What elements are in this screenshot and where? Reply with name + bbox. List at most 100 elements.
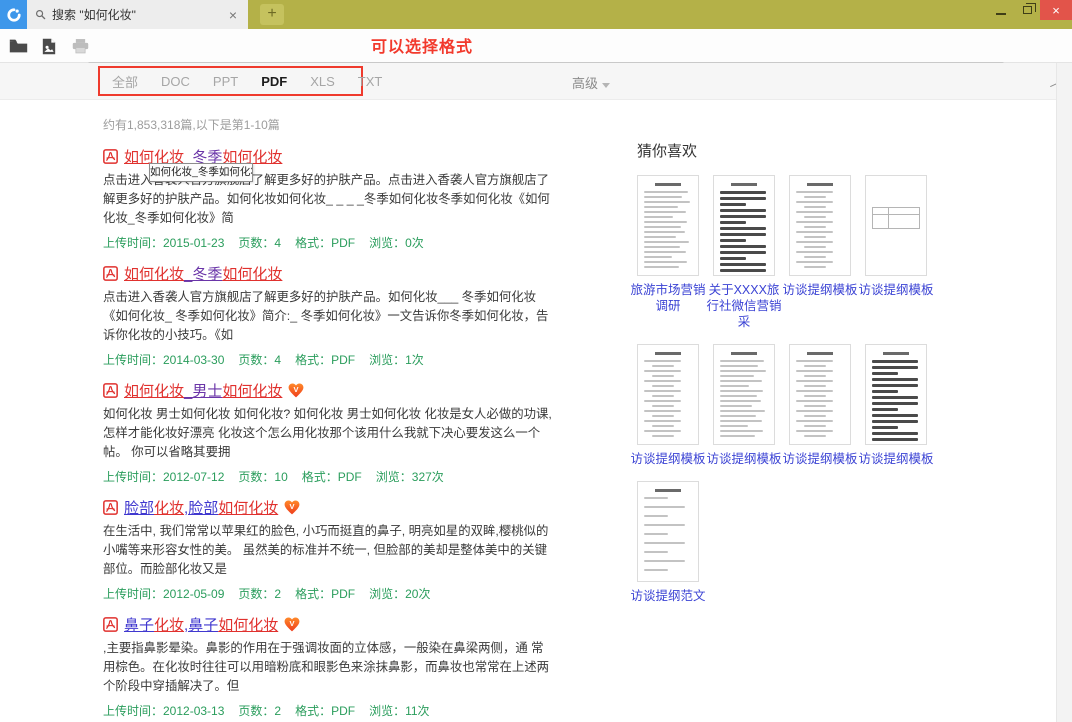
recommend-card[interactable]: 关于XXXX旅行社微信营销采 [713,175,775,330]
recommend-card-label[interactable]: 访谈提纲模板 [780,451,860,467]
recommend-card[interactable]: 访谈提纲模板 [713,344,775,467]
thumb-title-line [731,183,757,186]
meta-pages: 页数：4 [238,353,281,367]
thumb-text-line [796,390,833,392]
logo-swirl-icon [5,6,23,24]
thumb-text-line [644,380,681,382]
recommend-card-label[interactable]: 访谈提纲模板 [628,451,708,467]
thumb-table [872,207,920,229]
thumb-text-line [872,384,918,387]
format-tab-ppt[interactable]: PPT [213,74,238,89]
thumb-text-line [644,201,690,203]
thumb-text-line [644,560,685,562]
result-item: 如何化妆_冬季如何化妆点击进入香袭人官方旗舰店了解更多好的护肤产品。如何化妆__… [103,263,563,367]
thumb-text-line [720,275,746,276]
thumb-text-line [644,410,681,412]
recommend-card-label[interactable]: 访谈提纲范文 [628,588,708,604]
app-logo-icon[interactable] [0,0,27,29]
format-tab-xls[interactable]: XLS [310,74,335,89]
format-tab-doc[interactable]: DOC [161,74,190,89]
thumb-text-line [804,405,826,407]
recommend-card-label[interactable]: 访谈提纲模板 [704,451,784,467]
meta-format: 格式：PDF [302,470,362,484]
thumb-text-line [796,360,833,362]
thumb-text-line [644,506,685,508]
result-meta: 上传时间：2012-05-09页数：2格式：PDF浏览：20次 [103,585,563,601]
thumb-text-line [644,256,672,258]
meta-upload: 上传时间：2014-03-30 [103,353,224,367]
tab-close-icon[interactable]: × [226,8,240,22]
thumb-text-line [720,263,766,266]
open-file-button[interactable] [8,36,28,56]
result-title-link[interactable]: 鼻子化妆,鼻子如何化妆 [124,614,278,635]
meta-views: 浏览：11次 [369,704,429,718]
minimize-button[interactable] [988,0,1014,20]
svg-text:V: V [290,618,295,627]
thumb-text-line [652,415,674,417]
pdf-icon [103,383,118,398]
thumb-text-line [652,365,674,367]
svg-text:V: V [290,501,295,510]
format-annotation-text: 可以选择格式 [371,33,473,57]
thumb-text-line [872,396,918,399]
vip-badge-icon: V [288,383,304,398]
doc-thumbnail [713,175,775,276]
document-icon [41,38,57,55]
result-title-link[interactable]: 脸部化妆,脸部如何化妆 [124,497,278,518]
recommend-card[interactable]: 访谈提纲模板 [637,344,699,467]
recommend-card-label[interactable]: 访谈提纲模板 [856,282,936,298]
meta-upload: 上传时间：2012-03-13 [103,704,224,718]
thumb-text-line [720,430,763,432]
save-document-button[interactable] [39,36,59,56]
thumb-text-line [804,435,826,437]
thumb-text-line [644,400,681,402]
thumb-text-line [644,266,679,268]
close-button[interactable]: × [1040,0,1072,20]
printer-icon [72,38,89,54]
new-tab-button[interactable]: + [260,4,284,25]
scrollbar-track[interactable] [1056,63,1072,722]
recommend-card[interactable]: 访谈提纲模板 [789,344,851,467]
thumb-text-line [872,378,918,381]
recommend-card[interactable]: 访谈提纲模板 [865,175,927,330]
minimize-icon [996,13,1006,15]
thumb-text-line [720,197,766,200]
restore-button[interactable] [1014,0,1040,20]
thumb-text-line [652,385,674,387]
result-title-link[interactable]: 如何化妆_男士如何化妆 [124,380,282,401]
recommend-card-label[interactable]: 访谈提纲模板 [856,451,936,467]
result-title: 脸部化妆,脸部如何化妆 V [103,497,563,517]
filter-bar: 全部DOCPPTPDFXLSTXT 高级 ︿ [0,63,1072,100]
recommend-card[interactable]: 旅游市场营销调研 [637,175,699,330]
thumb-title-line [883,352,909,355]
thumb-text-line [872,402,918,405]
thumb-text-line [804,196,826,198]
meta-views: 浏览：1次 [369,353,424,367]
thumb-text-line [720,390,763,392]
recommend-card[interactable]: 访谈提纲范文 [637,481,699,604]
thumb-text-line [872,414,918,417]
thumb-text-line [644,261,687,263]
results-count: 约有1,853,318篇,以下是第1-10篇 [103,116,563,133]
advanced-search-button[interactable]: 高级 [572,73,610,92]
thumb-text-line [804,395,826,397]
thumb-text-line [720,385,749,387]
format-tab-txt[interactable]: TXT [358,74,383,89]
meta-pages: 页数：4 [238,236,281,250]
browser-tab[interactable]: 搜索 "如何化妆" × [27,0,248,29]
format-tab-pdf[interactable]: PDF [261,74,287,89]
thumb-text-line [644,430,681,432]
recommend-card[interactable]: 访谈提纲模板 [789,175,851,330]
pdf-icon [103,500,118,515]
result-title-link[interactable]: 如何化妆_冬季如何化妆 [124,263,282,284]
print-button[interactable] [70,36,90,56]
vip-badge-icon: V [284,500,300,515]
thumb-text-line [644,236,676,238]
format-tab-all[interactable]: 全部 [112,72,138,91]
recommend-card-label[interactable]: 关于XXXX旅行社微信营销采 [704,282,784,330]
recommend-card-label[interactable]: 旅游市场营销调研 [628,282,708,314]
recommend-card-label[interactable]: 访谈提纲模板 [780,282,860,298]
result-desc: 在生活中, 我们常常以苹果红的脸色, 小巧而挺直的鼻子, 明亮如星的双眸,樱桃似… [103,522,555,579]
thumb-title-line [731,352,757,355]
recommend-card[interactable]: 访谈提纲模板 [865,344,927,467]
